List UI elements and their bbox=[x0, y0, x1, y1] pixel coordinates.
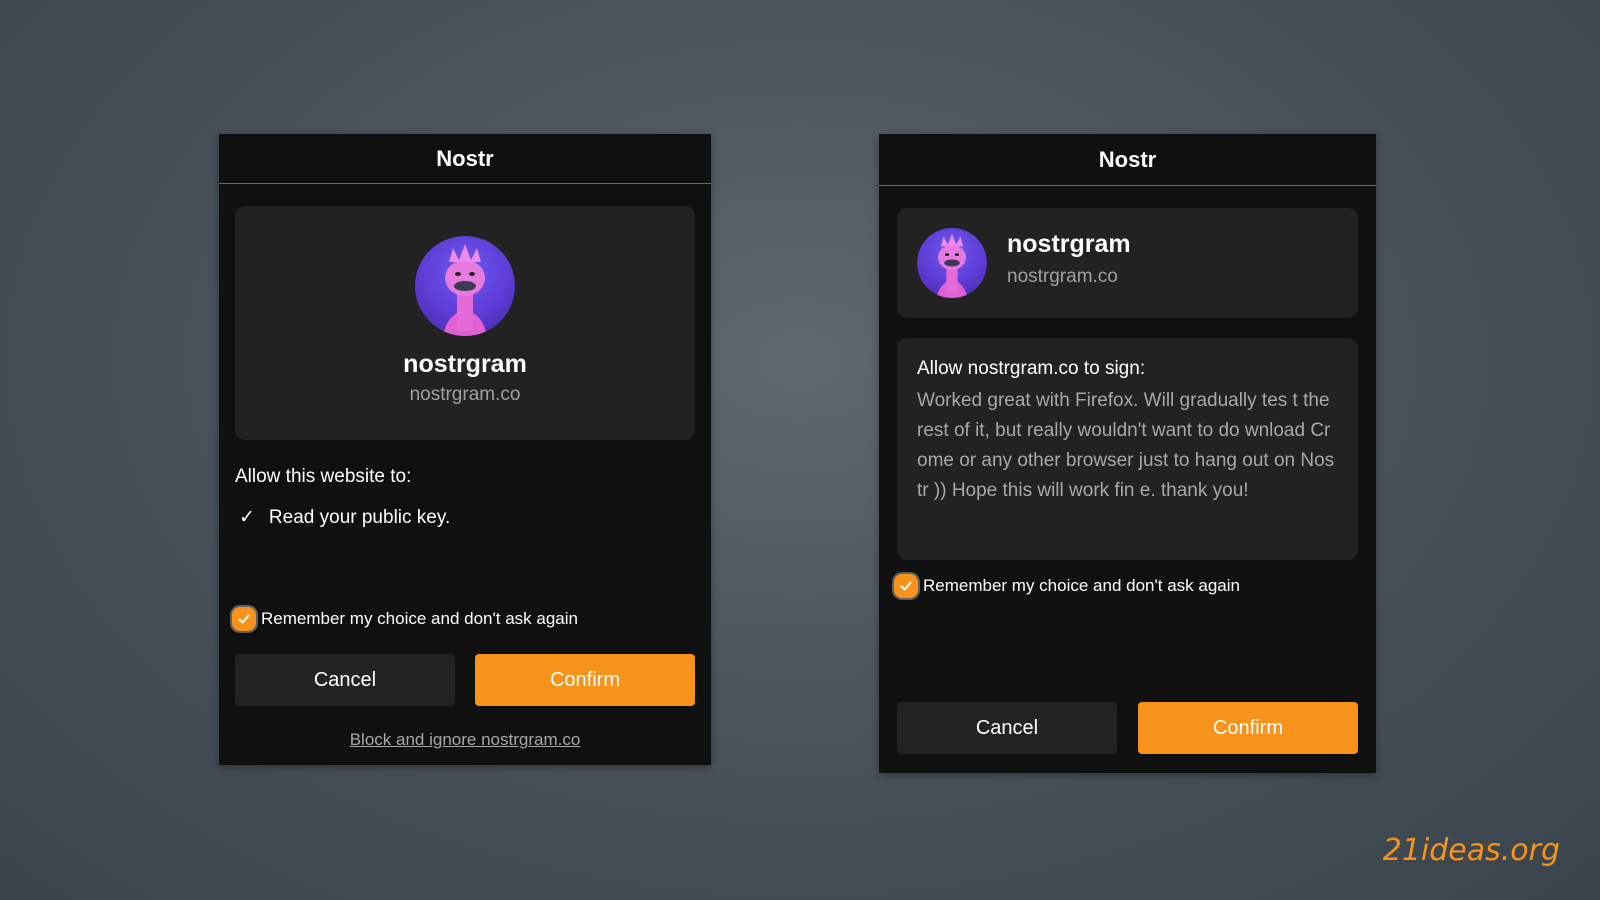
block-site-link[interactable]: Block and ignore nostrgram.co bbox=[219, 730, 711, 750]
permission-popup-read-key: Nostr nostrgram nostrgram.co Allow this … bbox=[219, 134, 711, 765]
confirm-button[interactable]: Confirm bbox=[475, 654, 695, 706]
permission-item: ✓ Read your public key. bbox=[239, 506, 450, 529]
site-card: nostrgram nostrgram.co bbox=[897, 208, 1358, 318]
permission-popup-sign: Nostr nostrgram nostrgram.co Allow nostr… bbox=[879, 134, 1376, 773]
permission-label: Read your public key. bbox=[268, 506, 451, 528]
site-domain: nostrgram.co bbox=[1007, 266, 1118, 287]
sign-content: Worked great with Firefox. Will graduall… bbox=[917, 390, 1335, 501]
remember-checkbox[interactable] bbox=[897, 577, 915, 595]
remember-choice-row[interactable]: Remember my choice and don't ask again bbox=[897, 576, 1240, 596]
check-icon bbox=[238, 614, 250, 624]
site-name: nostrgram bbox=[1007, 230, 1131, 258]
check-icon bbox=[900, 581, 912, 591]
sign-heading: Allow nostrgram.co to sign: bbox=[917, 358, 1146, 379]
site-avatar bbox=[917, 228, 987, 298]
cancel-button[interactable]: Cancel bbox=[897, 702, 1117, 754]
site-avatar bbox=[415, 236, 515, 336]
site-domain: nostrgram.co bbox=[409, 384, 521, 405]
permissions-heading: Allow this website to: bbox=[235, 466, 412, 487]
watermark: 21ideas.org bbox=[1382, 833, 1560, 868]
sign-request-card: Allow nostrgram.co to sign: Worked great… bbox=[897, 338, 1358, 560]
confirm-button[interactable]: Confirm bbox=[1138, 702, 1358, 754]
popup-title: Nostr bbox=[219, 134, 711, 184]
cancel-button[interactable]: Cancel bbox=[235, 654, 455, 706]
remember-checkbox[interactable] bbox=[235, 610, 253, 628]
popup-title: Nostr bbox=[879, 134, 1376, 186]
site-card: nostrgram nostrgram.co bbox=[235, 206, 695, 440]
remember-label: Remember my choice and don't ask again bbox=[923, 576, 1240, 595]
site-name: nostrgram bbox=[403, 350, 527, 378]
remember-choice-row[interactable]: Remember my choice and don't ask again bbox=[235, 609, 578, 629]
remember-label: Remember my choice and don't ask again bbox=[261, 609, 578, 628]
checkmark-icon: ✓ bbox=[239, 507, 255, 528]
